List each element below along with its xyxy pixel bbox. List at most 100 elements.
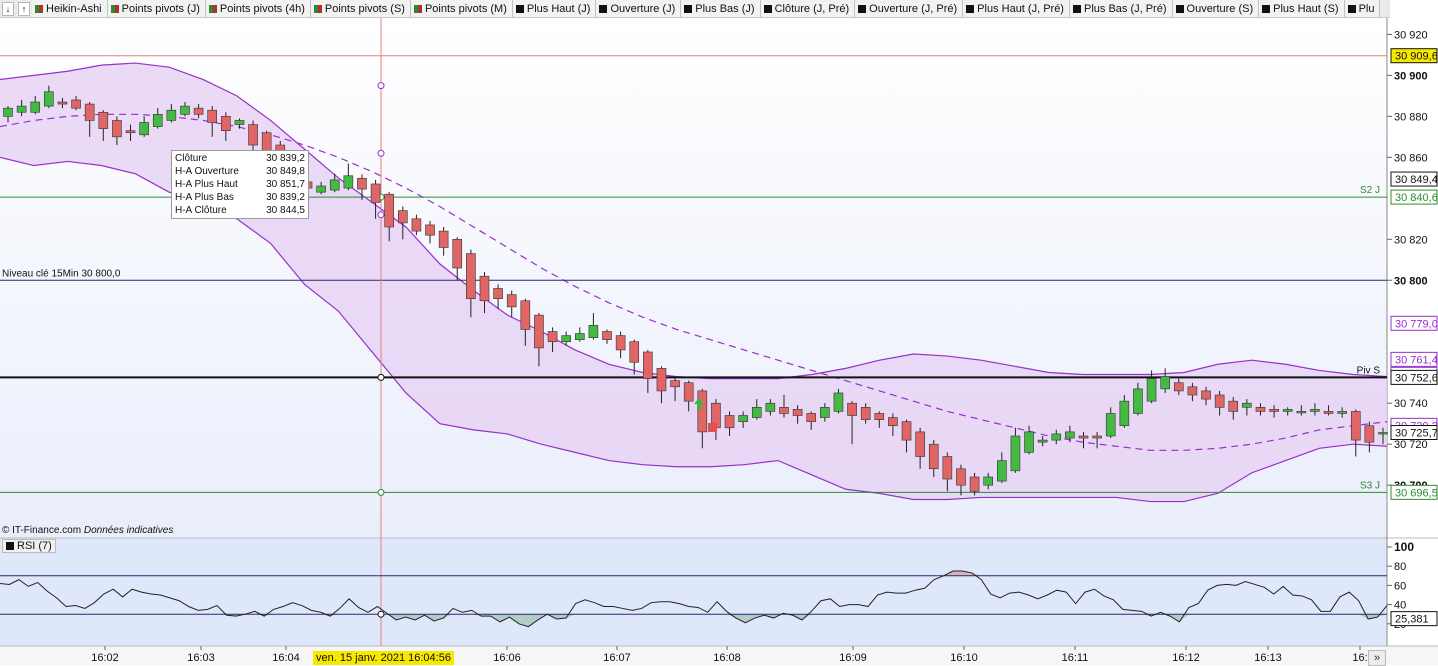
credit-source: © IT-Finance.com <box>2 525 82 536</box>
candle-body <box>3 107 13 117</box>
x-tick-label: 16:08 <box>713 652 741 664</box>
candle-body <box>1350 411 1361 441</box>
x-tick-label: 16:07 <box>603 652 631 664</box>
candle-body <box>1282 409 1293 412</box>
candle-body <box>112 120 122 138</box>
indicator-color-swatch <box>599 4 608 13</box>
candle-body <box>820 407 830 418</box>
candle-body <box>602 331 612 340</box>
indicator-color-swatch <box>208 4 217 13</box>
toolbar-item-label: Heikin-Ashi <box>46 2 102 15</box>
scroll-right-button[interactable]: » <box>1368 650 1386 666</box>
candle-body <box>1037 439 1048 443</box>
candle-body <box>1364 425 1375 443</box>
rsi-label-text: RSI (7) <box>17 540 52 552</box>
candle-body <box>438 230 449 248</box>
candle-body <box>1228 400 1239 412</box>
candle-body <box>697 390 708 433</box>
toolbar-item[interactable]: Plus Bas (J) <box>681 0 761 17</box>
toolbar-item[interactable]: Ouverture (S) <box>1172 0 1260 17</box>
toolbar-item[interactable]: Points pivots (J) <box>107 0 206 17</box>
toolbar-item[interactable]: Plus Haut (J, Pré) <box>963 0 1070 17</box>
candle-body <box>152 114 163 127</box>
toolbar-item-label: Ouverture (S) <box>1186 2 1254 15</box>
candle-body <box>724 415 735 429</box>
level-tag-text: 30 909,6 <box>1395 51 1438 63</box>
candle-body <box>561 335 571 343</box>
indicator-color-swatch <box>1072 4 1081 13</box>
toolbar-item[interactable]: Points pivots (4h) <box>205 0 311 17</box>
candle-body <box>588 325 599 338</box>
candle-body <box>997 460 1007 482</box>
y-tick-label: 30 740 <box>1394 398 1428 410</box>
down-arrow-icon[interactable]: ↓ <box>2 2 14 16</box>
candle-body <box>738 415 748 422</box>
candle-body <box>1119 400 1130 427</box>
toolbar-item[interactable]: Plu <box>1344 0 1381 17</box>
candle-body <box>30 101 41 113</box>
y-tick-label: 30 920 <box>1394 29 1428 41</box>
x-tick-label: 16:12 <box>1172 652 1200 664</box>
chart-canvas[interactable]: S2 J Niveau clé 15Min 30 800,0 Piv S S3 J 30… <box>0 0 1438 665</box>
tooltip-label: H-A Plus Bas <box>175 192 234 203</box>
level-tag-text: 30 752,6 <box>1395 372 1438 384</box>
y-tick-label: 30 860 <box>1394 152 1428 164</box>
tooltip-label: Clôture <box>175 153 208 164</box>
toolbar-item[interactable]: Plus Bas (J, Pré) <box>1069 0 1173 17</box>
candle-body <box>833 392 844 412</box>
tooltip-value: 30 844,5 <box>266 205 305 216</box>
candle-body <box>411 218 422 232</box>
toolbar-item[interactable]: Points pivots (M) <box>410 0 513 17</box>
toolbar-item[interactable]: Ouverture (J) <box>596 0 682 17</box>
price-tag-text: 30 849,4 <box>1395 174 1438 186</box>
tooltip-row: Clôture 30 839,2 <box>175 152 305 165</box>
candle-body <box>915 431 925 457</box>
toolbar-item[interactable]: Ouverture (J, Pré) <box>855 0 964 17</box>
rsi-color-swatch <box>6 542 14 550</box>
candle-body <box>207 109 218 123</box>
rsi-panel-label[interactable]: RSI (7) <box>2 539 56 553</box>
toolbar-item-label: Plus Bas (J) <box>695 2 755 15</box>
crosshair-marker <box>377 373 385 381</box>
crosshair-marker <box>377 488 385 496</box>
price-tag-text: 30 761,4 <box>1395 354 1438 366</box>
candle-body <box>574 333 585 340</box>
candle-body <box>1378 432 1388 435</box>
candle-body <box>792 409 803 416</box>
toolbar-item[interactable]: Heikin-Ashi <box>32 0 108 17</box>
candle-body <box>683 382 694 402</box>
candle-body <box>1255 407 1266 412</box>
candle-body <box>1051 433 1062 441</box>
candle-body <box>969 476 980 492</box>
toolbar-item[interactable]: Plus Haut (S) <box>1259 0 1345 17</box>
candle-body <box>180 105 190 115</box>
candle-body <box>193 107 204 115</box>
candle-body <box>1269 409 1279 412</box>
indicator-color-swatch <box>1262 4 1271 13</box>
candle-body <box>643 351 653 379</box>
candle-body <box>71 99 81 109</box>
tooltip-row: H-A Ouverture 30 849,8 <box>175 165 305 178</box>
level-label-piv-s: Piv S <box>1357 365 1381 376</box>
candle-body <box>670 380 680 388</box>
candle-body <box>1242 402 1252 408</box>
tooltip-value: 30 851,7 <box>266 179 305 190</box>
rsi-panel-bg <box>0 538 1387 646</box>
candle-body <box>479 275 490 302</box>
candle-body <box>1024 431 1034 453</box>
toolbar-item[interactable]: Plus Haut (J) <box>512 0 597 17</box>
candle-body <box>357 177 367 190</box>
candle-body <box>547 331 558 343</box>
candle-body <box>1310 409 1320 412</box>
candle-body <box>888 417 898 427</box>
price-tag-text: 30 779,0 <box>1395 318 1438 330</box>
candle-body <box>751 407 762 418</box>
candle-body <box>425 224 435 236</box>
up-arrow-icon[interactable]: ↑ <box>18 2 30 16</box>
candle-body <box>928 443 939 470</box>
credit-note: Données indicatives <box>83 525 174 536</box>
candle-body <box>1092 435 1102 439</box>
toolbar-item[interactable]: Points pivots (S) <box>310 0 411 17</box>
indicator-color-swatch <box>35 4 43 13</box>
toolbar-item[interactable]: Clôture (J, Pré) <box>760 0 856 17</box>
